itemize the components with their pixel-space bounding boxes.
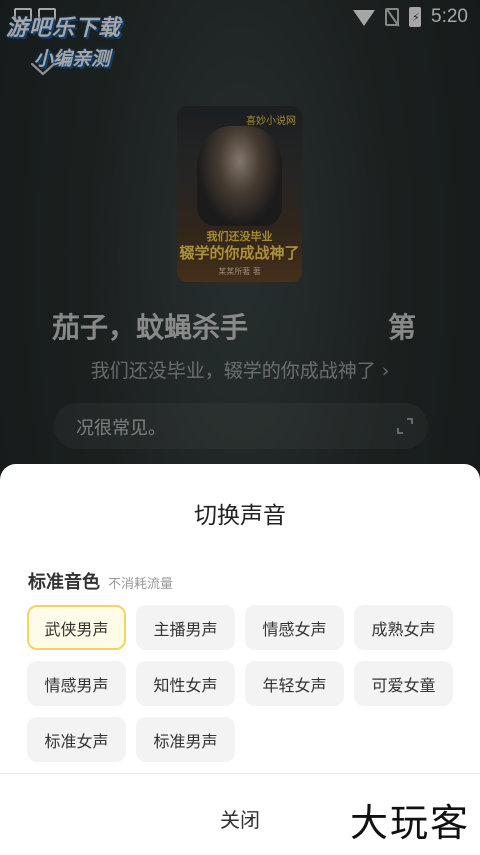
voice-option[interactable]: 情感男声 bbox=[27, 661, 126, 706]
voice-option[interactable]: 成熟女声 bbox=[354, 605, 453, 650]
voice-switch-sheet: 切换声音 标准音色 不消耗流量 武侠男声 主播男声 情感女声 成熟女声情感男声 知性女声… bbox=[0, 464, 480, 855]
sheet-title: 切换声音 bbox=[194, 503, 286, 529]
corner-watermark: 大玩客 bbox=[349, 801, 470, 845]
divider bbox=[0, 773, 480, 774]
section-title: 标准音色 bbox=[28, 572, 100, 593]
voice-option[interactable]: 知性女声 bbox=[136, 661, 235, 706]
voice-option[interactable]: 主播男声 bbox=[136, 605, 235, 650]
voice-option[interactable]: 年轻女声 bbox=[245, 661, 344, 706]
section-subtitle: 不消耗流量 bbox=[108, 577, 174, 592]
voice-options-grid: 武侠男声 主播男声 情感女声 成熟女声情感男声 知性女声 年轻女声 可爱女童标准女声 标准男声 bbox=[27, 605, 455, 762]
section-header: 标准音色 不消耗流量 bbox=[28, 568, 173, 594]
voice-option[interactable]: 标准男声 bbox=[136, 717, 235, 762]
voice-option[interactable]: 武侠男声 bbox=[27, 605, 126, 650]
voice-option[interactable]: 情感女声 bbox=[245, 605, 344, 650]
voice-option[interactable]: 可爱女童 bbox=[354, 661, 453, 706]
voice-option[interactable]: 标准女声 bbox=[27, 717, 126, 762]
